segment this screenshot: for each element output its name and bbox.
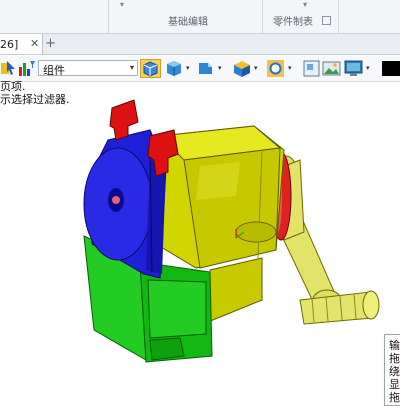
filter-icon[interactable]: [17, 59, 36, 78]
selection-filter-value: 组件: [43, 64, 65, 77]
image-view-icon[interactable]: [322, 59, 341, 78]
selection-toolbar: 组件 ▾ ▾ ▾ ▾ ▾ ▾: [0, 56, 400, 82]
chevron-down-icon[interactable]: ▾: [218, 64, 222, 72]
ribbon-dropdown-arrow[interactable]: ▾: [303, 0, 307, 9]
ribbon-separator: [108, 0, 109, 33]
chevron-down-icon[interactable]: ▾: [254, 64, 258, 72]
ribbon-separator: [262, 0, 263, 33]
ribbon-group-basic-edit[interactable]: 基础编辑: [168, 13, 208, 28]
ribbon-separator: [338, 0, 339, 33]
ribbon-group-part-drawing[interactable]: 零件制表: [273, 13, 313, 28]
crank-handle[interactable]: [275, 155, 380, 325]
color-swatch[interactable]: [382, 61, 400, 76]
ribbon-dropdown-arrow[interactable]: ▾: [120, 0, 124, 9]
assembly-select-icon[interactable]: [140, 59, 161, 78]
display-monitor-icon[interactable]: [344, 59, 363, 78]
close-icon[interactable]: ✕: [30, 37, 39, 50]
zoom-window-icon[interactable]: [302, 59, 321, 78]
tab-document-label: 26]: [0, 38, 19, 51]
3d-viewport[interactable]: [0, 82, 400, 400]
add-tab-icon[interactable]: +: [45, 36, 56, 51]
chevron-down-icon[interactable]: ▾: [130, 63, 134, 72]
context-menu-item[interactable]: 拖: [389, 389, 400, 405]
ribbon: ▾ 基础编辑 ▾ 零件制表: [0, 0, 400, 34]
context-menu: 输 拖 绕 显 拖: [384, 334, 400, 406]
document-tab-bar: 26] ✕ +: [0, 34, 400, 55]
view-orient-icon[interactable]: [196, 59, 215, 78]
chevron-down-icon[interactable]: ▾: [288, 64, 292, 72]
chevron-down-icon[interactable]: ▾: [366, 64, 370, 72]
render-mode-icon[interactable]: [232, 59, 251, 78]
selection-filter-dropdown[interactable]: 组件 ▾: [38, 60, 138, 77]
group-expander-icon[interactable]: [322, 16, 331, 25]
tab-document[interactable]: 26] ✕: [0, 34, 43, 54]
cube-icon[interactable]: [164, 59, 183, 78]
chevron-down-icon[interactable]: ▾: [186, 64, 190, 72]
zoom-fit-icon[interactable]: [266, 59, 285, 78]
